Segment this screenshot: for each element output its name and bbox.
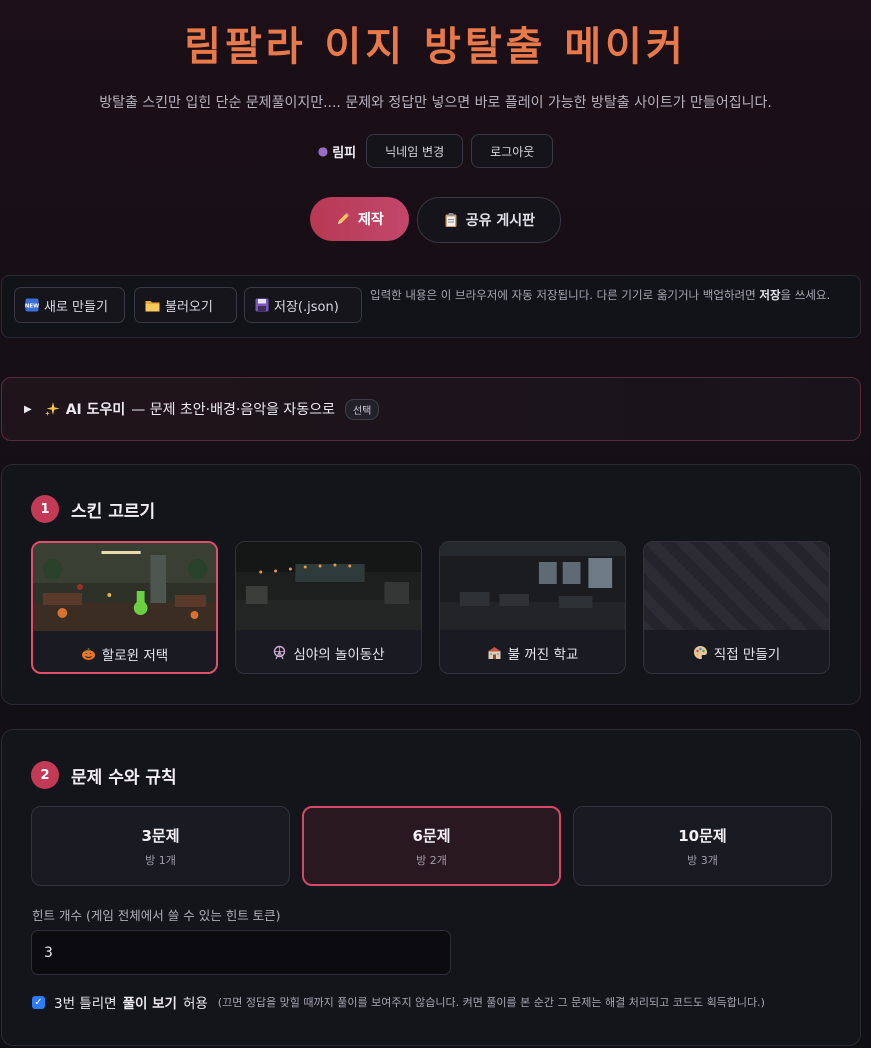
pencil-icon xyxy=(337,212,350,224)
app-title: 림팔라 이지 방탈출 메이커 xyxy=(184,24,687,70)
skin-section: 1 스킨 고르기 할로윈 저택 심야의 놀이동산 불 꺼진 학교 직접 만들기 xyxy=(1,464,861,705)
skin-dark-school[interactable]: 불 꺼진 학교 xyxy=(439,541,626,674)
rules-section: 2 문제 수와 규칙 3문제 방 1개 6문제 방 2개 10문제 방 3개 힌… xyxy=(1,729,861,1046)
user-name-group: ● 림피 xyxy=(318,142,356,161)
school-icon xyxy=(487,647,501,659)
user-bar: ● 림피 닉네임 변경 로그아웃 xyxy=(0,134,871,168)
skin-halloween-mansion[interactable]: 할로윈 저택 xyxy=(31,541,218,674)
solution-view-label-end: 허용 xyxy=(182,996,208,1012)
option-count: 3문제 xyxy=(141,826,180,845)
tab-share-label: 공유 게시판 xyxy=(465,213,536,229)
skin-label-custom: 직접 만들기 xyxy=(713,646,781,663)
new-button-label: 새로 만들기 xyxy=(44,299,108,315)
option-rooms: 방 2개 xyxy=(416,853,447,867)
expand-triangle-icon: ▶ xyxy=(24,403,32,415)
solution-view-row: ✓ 3번 틀리면 풀이 보기 허용 (끄면 정답을 맞힐 때까지 풀이를 보여주… xyxy=(32,992,765,1012)
solution-view-checkbox[interactable]: ✓ xyxy=(32,995,45,1009)
autosave-note-bold: 저장 xyxy=(759,288,781,302)
autosave-note-end: 을 쓰세요. xyxy=(780,288,831,302)
option-count: 10문제 xyxy=(678,826,727,845)
skin-label-row: 직접 만들기 xyxy=(644,630,829,673)
file-toolbar: NEW 새로 만들기 불러오기 저장(.json) 입력한 내용은 이 브라우저… xyxy=(1,275,861,338)
skin-label-row: 할로윈 저택 xyxy=(33,631,216,672)
option-6-questions[interactable]: 6문제 방 2개 xyxy=(302,806,561,886)
option-3-questions[interactable]: 3문제 방 1개 xyxy=(31,806,290,886)
palette-icon xyxy=(693,646,707,659)
user-name: 림피 xyxy=(332,145,357,161)
option-10-questions[interactable]: 10문제 방 3개 xyxy=(573,806,832,886)
skin-label-school: 불 꺼진 학교 xyxy=(507,646,579,663)
tab-create[interactable]: 제작 xyxy=(309,197,409,241)
load-button-label: 불러오기 xyxy=(165,299,213,315)
solution-view-note: (끄면 정답을 맞힐 때까지 풀이를 보여주지 않습니다. 켜면 풀이를 본 순… xyxy=(217,996,765,1009)
svg-text:NEW: NEW xyxy=(25,304,39,310)
step-number-2: 2 xyxy=(31,761,59,789)
save-button-label: 저장(.json) xyxy=(274,299,339,315)
mode-tabs: 제작 공유 게시판 xyxy=(0,197,871,243)
clipboard-icon xyxy=(445,213,457,227)
change-nickname-button[interactable]: 닉네임 변경 xyxy=(366,134,464,168)
ai-helper-title: AI 도우미 xyxy=(65,402,126,418)
option-rooms: 방 1개 xyxy=(145,853,176,867)
hint-count-label: 힌트 개수 (게임 전체에서 쓸 수 있는 힌트 토큰) xyxy=(32,908,281,923)
ferris-wheel-icon xyxy=(274,645,286,660)
ai-helper-desc: — 문제 초안·배경·음악을 자동으로 xyxy=(131,402,335,418)
new-button[interactable]: NEW 새로 만들기 xyxy=(14,287,125,323)
skin-label-halloween: 할로윈 저택 xyxy=(101,647,169,664)
rules-section-title: 문제 수와 규칙 xyxy=(71,767,177,788)
autosave-note-text: 입력한 내용은 이 브라우저에 자동 저장됩니다. 다른 기기로 옮기거나 백업… xyxy=(370,288,760,302)
solution-view-label-start: 3번 틀리면 xyxy=(54,996,117,1012)
solution-view-label-bold: 풀이 보기 xyxy=(122,996,177,1012)
new-badge-icon: NEW xyxy=(25,298,39,312)
halloween-mansion-thumbnail xyxy=(33,543,216,631)
custom-skin-placeholder xyxy=(644,542,829,630)
pumpkin-icon xyxy=(81,648,95,660)
autosave-note: 입력한 내용은 이 브라우저에 자동 저장됩니다. 다른 기기로 옮기거나 백업… xyxy=(370,286,850,305)
skin-custom[interactable]: 직접 만들기 xyxy=(643,541,830,674)
skin-section-header: 1 스킨 고르기 xyxy=(31,495,155,523)
step-number-1: 1 xyxy=(31,495,59,523)
load-button[interactable]: 불러오기 xyxy=(134,287,237,323)
logout-button[interactable]: 로그아웃 xyxy=(471,134,554,168)
dark-school-thumbnail xyxy=(440,542,625,630)
skin-midnight-amusement-park[interactable]: 심야의 놀이동산 xyxy=(235,541,422,674)
sparkles-icon xyxy=(44,402,60,416)
skin-label-row: 심야의 놀이동산 xyxy=(236,630,421,673)
user-icon: ● xyxy=(317,144,329,158)
optional-badge: 선택 xyxy=(344,398,380,420)
skin-label-row: 불 꺼진 학교 xyxy=(440,630,625,673)
floppy-icon xyxy=(255,298,269,312)
folder-icon xyxy=(145,300,160,311)
save-button[interactable]: 저장(.json) xyxy=(244,287,362,323)
option-rooms: 방 3개 xyxy=(687,853,718,867)
app-subtitle: 방탈출 스킨만 입힌 단순 문제풀이지만.... 문제와 정답만 넣으면 바로 … xyxy=(99,95,772,111)
hint-count-input[interactable]: 3 xyxy=(31,930,451,975)
amusement-park-thumbnail xyxy=(236,542,421,630)
skin-label-amusement-park: 심야의 놀이동산 xyxy=(293,646,385,663)
rules-section-header: 2 문제 수와 규칙 xyxy=(31,761,177,789)
tab-share-board[interactable]: 공유 게시판 xyxy=(416,197,562,243)
tab-create-label: 제작 xyxy=(357,212,384,228)
option-count: 6문제 xyxy=(412,826,451,845)
ai-helper-toggle[interactable]: ▶ AI 도우미 — 문제 초안·배경·음악을 자동으로 선택 xyxy=(1,377,861,441)
skin-section-title: 스킨 고르기 xyxy=(71,501,156,522)
